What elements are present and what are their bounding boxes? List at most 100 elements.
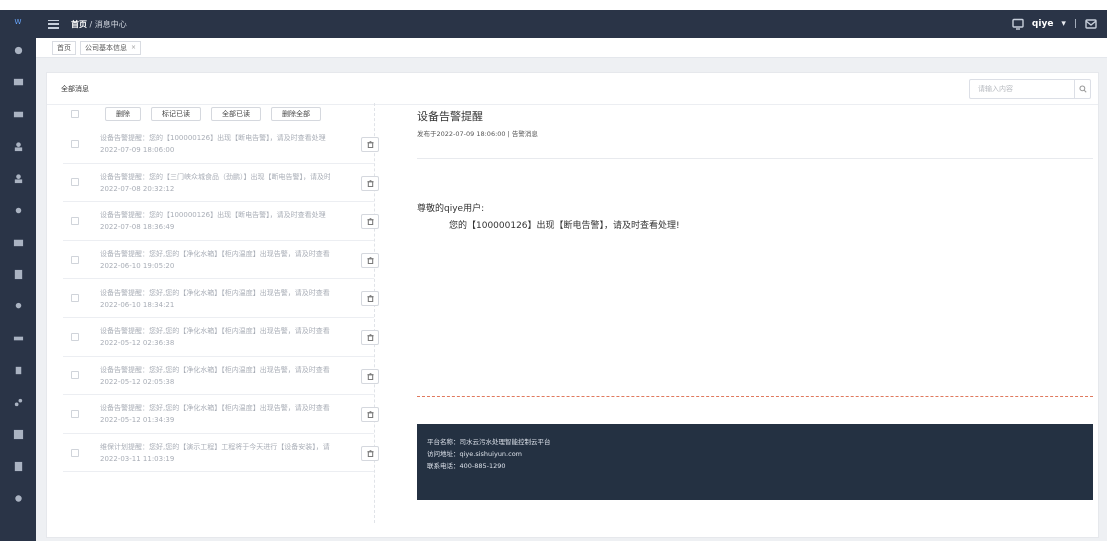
sidebar-device-icon[interactable] <box>0 98 36 130</box>
delete-message-button[interactable] <box>361 175 379 191</box>
search-icon <box>1078 85 1087 93</box>
message-time: 2022-07-08 18:36:49 <box>100 223 175 232</box>
sidebar-grid-icon[interactable] <box>0 418 36 450</box>
message-title[interactable]: 设备告警提醒：您好,您的【净化水箱】【柜内温度】出现告警，请及时查看处理 <box>100 249 330 259</box>
message-checkbox[interactable] <box>71 294 79 303</box>
message-title[interactable]: 设备告警提醒：您好,您的【净化水箱】【柜内温度】出现告警，请及时查看处理 <box>100 326 330 336</box>
message-text: 设备告警提醒：您好,您的【净化水箱】【柜内温度】出现告警，请及时查看处理 2022… <box>100 326 330 347</box>
message-title[interactable]: 维保计划提醒：您好,您的【演示工程】工程将于今天进行【设备安装】，请及时处理 <box>100 442 330 452</box>
message-checkbox[interactable] <box>71 409 79 418</box>
sidebar-gear-icon[interactable] <box>0 194 36 226</box>
menu-toggle-icon[interactable] <box>48 19 59 29</box>
card-title: 全部消息 <box>61 85 89 93</box>
message-text: 设备告警提醒：您的【100000126】出现【断电告警】，请及时查看处理 2022… <box>100 210 330 231</box>
message-time: 2022-07-09 18:06:00 <box>100 146 175 155</box>
tab-home[interactable]: 首页 <box>52 40 76 55</box>
list-item[interactable]: 设备告警提醒：您好,您的【净化水箱】【柜内温度】出现告警，请及时查看处理 2022… <box>63 395 379 434</box>
sidebar-cog-icon[interactable] <box>0 482 36 514</box>
list-item[interactable]: 设备告警提醒：您好,您的【净化水箱】【柜内温度】出现告警，请及时查看处理 2022… <box>63 279 379 318</box>
screen-icon[interactable] <box>1012 18 1024 30</box>
list-item[interactable]: 设备告警提醒：您好,您的【净化水箱】【柜内温度】出现告警，请及时查看处理 2022… <box>63 241 379 280</box>
trash-icon <box>366 141 374 148</box>
message-text: 设备告警提醒：您好,您的【净化水箱】【柜内温度】出现告警，请及时查看处理 2022… <box>100 365 330 386</box>
mail-icon[interactable] <box>1085 18 1097 30</box>
detail-body: 您的【100000126】出现【断电告警】，请及时查看处理! <box>449 221 680 231</box>
sidebar-monitor-icon[interactable] <box>0 66 36 98</box>
list-item[interactable]: 设备告警提醒：您的【100000126】出现【断电告警】，请及时查看处理 2022… <box>63 202 379 241</box>
message-title[interactable]: 设备告警提醒：您的【100000126】出现【断电告警】，请及时查看处理 <box>100 210 330 220</box>
tab-home-label: 首页 <box>57 43 71 52</box>
message-time: 2022-07-08 20:32:12 <box>100 184 175 193</box>
message-checkbox[interactable] <box>71 178 79 187</box>
sidebar-filter-icon[interactable] <box>0 354 36 386</box>
message-title[interactable]: 设备告警提醒：您的【三门峡众城食品（劲鹏）】出现【断电告警】，请及时查看处理 <box>100 172 330 182</box>
breadcrumb: 首页 / 消息中心 <box>71 19 127 30</box>
search-box <box>969 79 1091 99</box>
message-checkbox[interactable] <box>71 216 79 225</box>
message-checkbox[interactable] <box>71 139 79 148</box>
logo-icon[interactable]: W <box>0 10 36 34</box>
sidebar-user-icon[interactable] <box>0 130 36 162</box>
message-title[interactable]: 设备告警提醒：您的【100000126】出现【断电告警】，请及时查看处理 <box>100 133 330 143</box>
delete-message-button[interactable] <box>361 214 379 230</box>
delete-message-button[interactable] <box>361 445 379 461</box>
trash-icon <box>366 449 374 457</box>
user-dropdown-icon[interactable]: ▾ <box>1061 19 1066 29</box>
delete-button[interactable]: 删除 <box>105 107 141 121</box>
select-all-checkbox[interactable] <box>71 110 79 118</box>
delete-message-button[interactable] <box>361 329 379 345</box>
list-item[interactable]: 设备告警提醒：您好,您的【净化水箱】【柜内温度】出现告警，请及时查看处理 2022… <box>63 357 379 396</box>
message-checkbox[interactable] <box>71 332 79 341</box>
trash-icon <box>366 179 374 187</box>
sidebar-book-icon[interactable] <box>0 450 36 482</box>
message-title[interactable]: 设备告警提醒：您好,您的【净化水箱】【柜内温度】出现告警，请及时查看处理 <box>100 365 330 375</box>
tab-close-icon[interactable]: × <box>131 42 136 54</box>
breadcrumb-separator: / <box>89 19 93 29</box>
page-tabs: 首页 公司基本信息 × <box>36 38 1107 58</box>
mark-read-button[interactable]: 标记已读 <box>151 107 201 121</box>
message-detail: 设备告警提醒 发布于2022-07-09 18:06:00 | 告警消息 尊敬的… <box>417 103 1093 523</box>
message-time: 2022-05-12 01:34:39 <box>100 416 175 425</box>
search-button[interactable] <box>1074 80 1090 98</box>
trash-icon <box>366 334 374 341</box>
message-time: 2022-05-12 02:36:38 <box>100 339 175 348</box>
top-bar: 首页 / 消息中心 qiye ▾ | <box>36 10 1107 38</box>
platform-name: 平台名称：司水云污水处理智能控制云平台 <box>427 438 551 446</box>
sidebar-document-icon[interactable] <box>0 258 36 290</box>
trash-icon <box>366 256 374 264</box>
sidebar-group-icon[interactable] <box>0 290 36 322</box>
sidebar-users-icon[interactable] <box>0 162 36 194</box>
delete-message-button[interactable] <box>361 291 379 307</box>
sidebar-settings-icon[interactable] <box>0 34 36 66</box>
message-checkbox[interactable] <box>71 448 79 457</box>
sidebar: W <box>0 10 36 541</box>
message-title[interactable]: 设备告警提醒：您好,您的【净化水箱】【柜内温度】出现告警，请及时查看处理 <box>100 288 330 298</box>
list-toolbar: 删除 标记已读 全部已读 删除全部 <box>63 103 374 125</box>
message-center-card: 全部消息 删除 标记已读 全部已读 删除全部 设备告警提醒：您的【1000001… <box>46 72 1099 538</box>
tab-company-info[interactable]: 公司基本信息 × <box>80 40 142 55</box>
delete-message-button[interactable] <box>361 407 379 423</box>
list-item[interactable]: 维保计划提醒：您好,您的【演示工程】工程将于今天进行【设备安装】，请及时处理 20… <box>63 434 379 473</box>
list-item[interactable]: 设备告警提醒：您好,您的【净化水箱】【柜内温度】出现告警，请及时查看处理 2022… <box>63 318 379 357</box>
list-item[interactable]: 设备告警提醒：您的【三门峡众城食品（劲鹏）】出现【断电告警】，请及时查看处理 20… <box>63 164 379 203</box>
sidebar-link-icon[interactable] <box>0 386 36 418</box>
message-title[interactable]: 设备告警提醒：您好,您的【净化水箱】【柜内温度】出现告警，请及时查看处理 <box>100 403 330 413</box>
delete-all-button[interactable]: 删除全部 <box>271 107 321 121</box>
message-checkbox[interactable] <box>71 255 79 264</box>
sidebar-folder-icon[interactable] <box>0 226 36 258</box>
list-item[interactable]: 设备告警提醒：您的【100000126】出现【断电告警】，请及时查看处理 2022… <box>63 125 379 164</box>
message-text: 设备告警提醒：您的【100000126】出现【断电告警】，请及时查看处理 2022… <box>100 133 330 154</box>
all-read-button[interactable]: 全部已读 <box>211 107 261 121</box>
search-input[interactable] <box>970 80 1074 98</box>
delete-message-button[interactable] <box>361 252 379 268</box>
message-checkbox[interactable] <box>71 371 79 380</box>
breadcrumb-home[interactable]: 首页 <box>71 20 87 29</box>
message-list: 删除 标记已读 全部已读 删除全部 设备告警提醒：您的【100000126】出现… <box>63 103 379 523</box>
sidebar-network-icon[interactable] <box>0 322 36 354</box>
message-time: 2022-03-11 11:03:19 <box>100 455 175 464</box>
message-time: 2022-05-12 02:05:38 <box>100 377 175 386</box>
trash-icon <box>366 295 374 303</box>
delete-message-button[interactable] <box>361 137 379 152</box>
delete-message-button[interactable] <box>361 368 379 384</box>
user-name[interactable]: qiye <box>1032 19 1054 29</box>
